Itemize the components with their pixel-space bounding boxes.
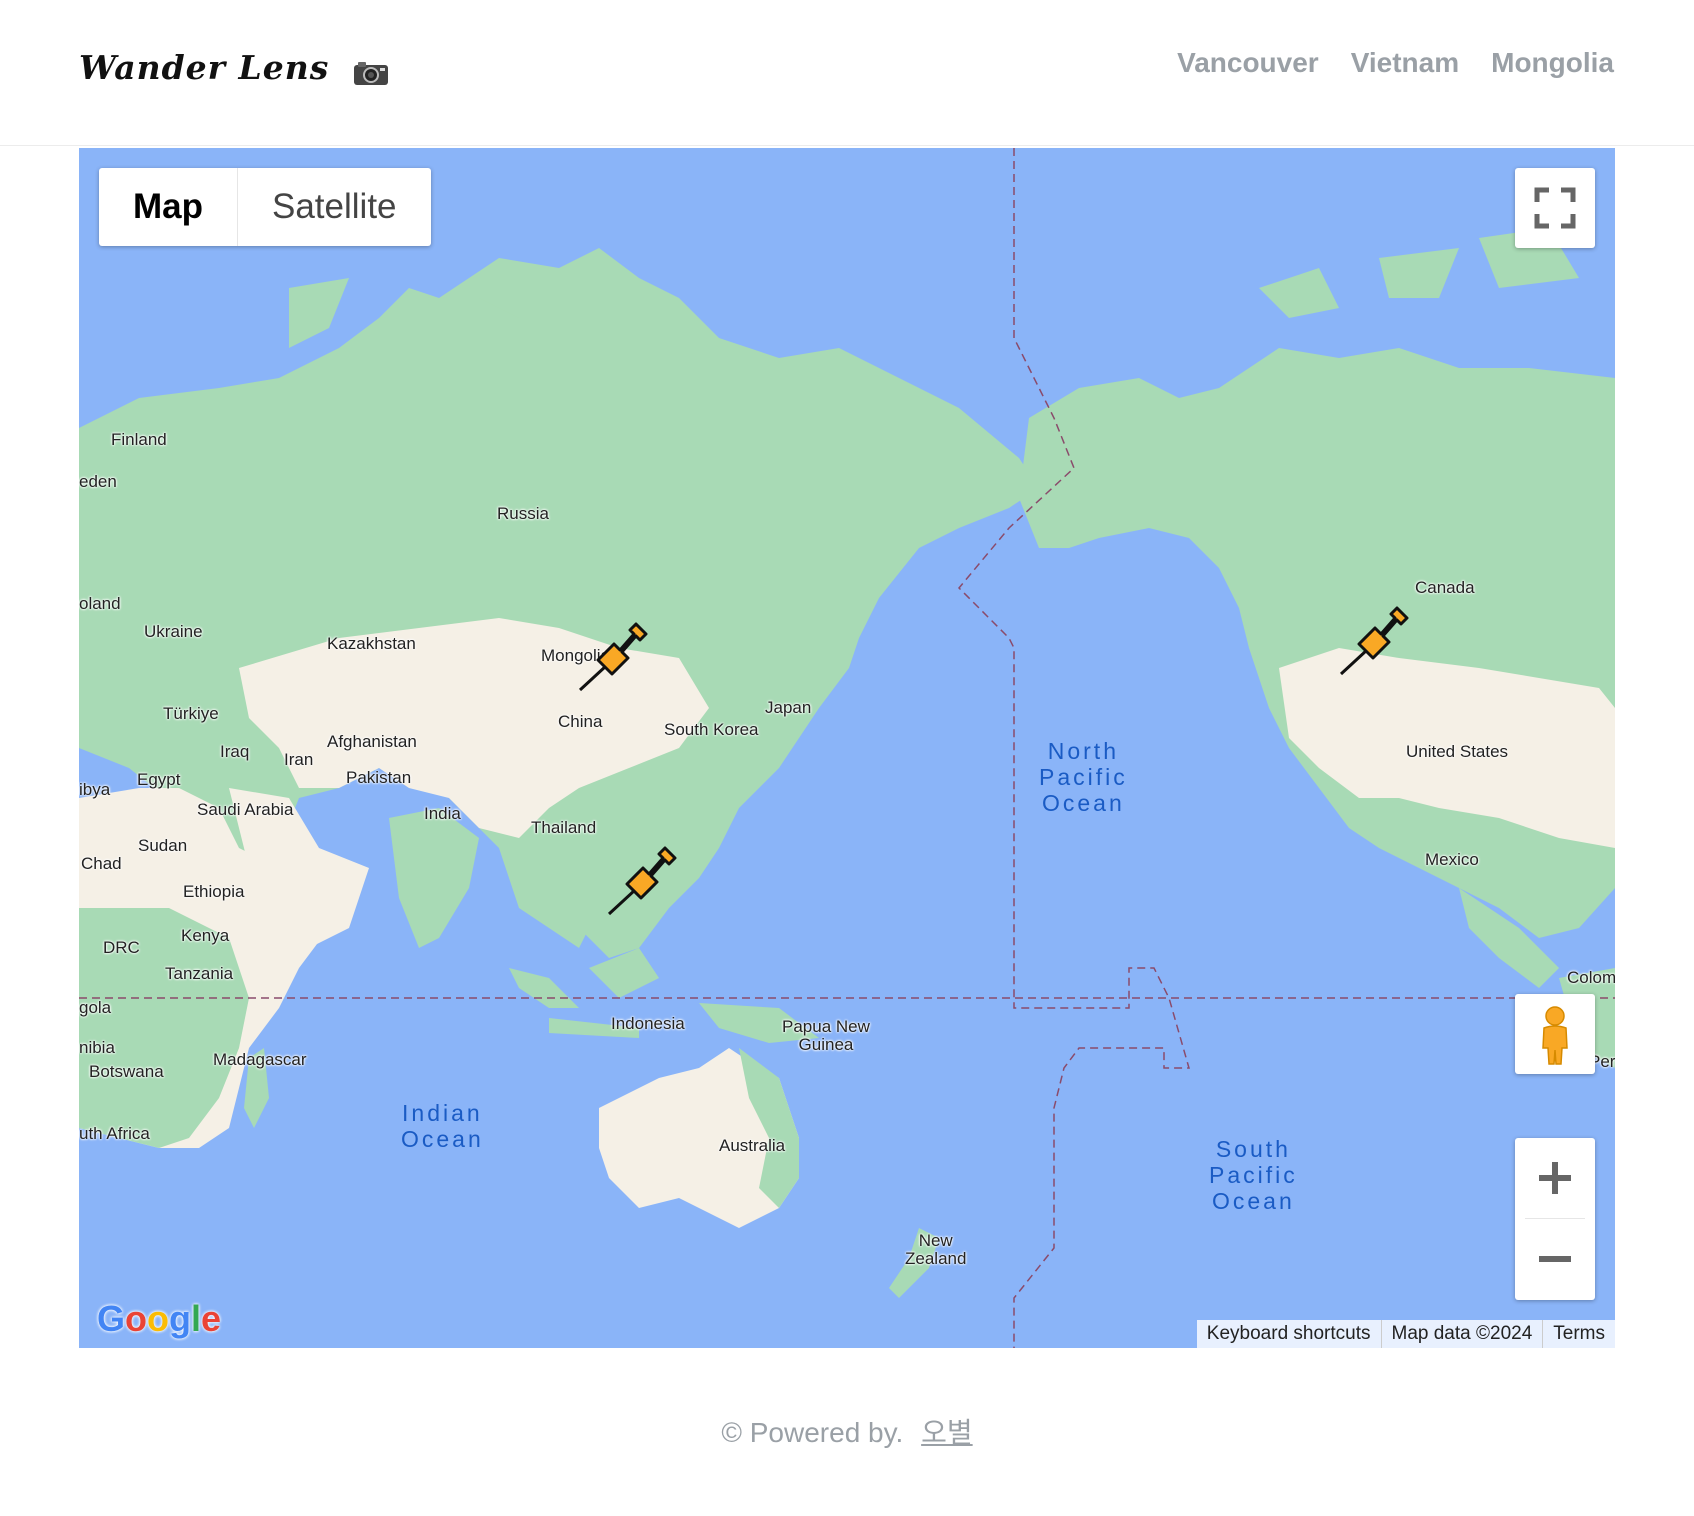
pin-vancouver[interactable] [1333,602,1413,682]
label-sweden: eden [79,472,117,491]
label-south-pacific-ocean: South Pacific Ocean [1209,1136,1298,1214]
label-indonesia: Indonesia [611,1014,685,1033]
label-south-africa: uth Africa [79,1124,150,1143]
powered-by-text: © Powered by. [721,1417,904,1448]
label-russia: Russia [497,504,549,523]
label-mexico: Mexico [1425,850,1479,869]
street-view-pegman-button[interactable] [1515,994,1595,1074]
pushpin-icon [607,846,677,916]
plus-icon [1539,1162,1571,1194]
nav-vancouver[interactable]: Vancouver [1177,47,1319,79]
label-tanzania: Tanzania [165,964,234,983]
label-india: India [424,804,461,823]
terms-link[interactable]: Terms [1542,1320,1615,1348]
camera-icon [353,55,389,85]
label-libya: ibya [79,780,111,799]
pin-mongolia[interactable] [572,618,652,698]
label-japan: Japan [765,698,812,717]
label-afghanistan: Afghanistan [327,732,417,751]
label-iraq: Iraq [220,742,250,761]
label-sudan: Sudan [138,836,188,855]
world-map[interactable]: Finland eden oland Ukraine Russia Kazakh… [79,148,1615,1348]
label-north-pacific-ocean: North Pacific Ocean [1039,738,1128,816]
map-base-layer [79,148,1615,1348]
pegman-icon [1542,1006,1568,1065]
map-type-map-button[interactable]: Map [99,168,238,246]
label-pakistan: Pakistan [346,768,412,787]
label-chad: Chad [81,854,122,873]
google-logo[interactable]: Google [97,1298,221,1340]
map-type-control: Map Satellite [99,168,431,246]
minus-icon [1539,1256,1571,1262]
nav-vietnam[interactable]: Vietnam [1351,47,1459,79]
label-thailand: Thailand [531,818,597,837]
fullscreen-button[interactable] [1515,168,1595,248]
top-nav: Vancouver Vietnam Mongolia [1177,47,1614,79]
label-kazakhstan: Kazakhstan [327,634,416,653]
label-angola: gola [79,998,112,1017]
zoom-control [1515,1138,1595,1300]
site-footer: © Powered by. 오별 [0,1411,1694,1451]
label-colombia: Colom [1567,968,1615,987]
label-botswana: Botswana [89,1062,164,1081]
label-indian-ocean: Indian Ocean [401,1100,484,1152]
nav-mongolia[interactable]: Mongolia [1491,47,1614,79]
label-united-states: United States [1406,742,1509,761]
pushpin-icon [578,622,648,692]
label-south-korea: South Korea [664,720,759,739]
label-saudi-arabia: Saudi Arabia [197,800,294,819]
zoom-in-button[interactable] [1515,1138,1595,1218]
label-namibia: nibia [79,1038,115,1057]
label-turkiye: Türkiye [163,704,219,723]
brand-logo[interactable]: Wander Lens [79,48,389,87]
site-header: Wander Lens Vancouver Vietnam Mongolia [0,0,1694,146]
label-new-zealand: New Zealand [905,1231,967,1268]
label-china: China [558,712,603,731]
brand-name: Wander Lens [79,48,330,87]
label-drc: DRC [103,938,140,957]
label-ukraine: Ukraine [144,622,203,641]
map-data-text: Map data ©2024 [1380,1320,1543,1348]
fullscreen-icon [1534,187,1576,229]
label-finland: Finland [111,430,167,449]
zoom-out-button[interactable] [1515,1219,1595,1299]
label-iran: Iran [284,750,314,769]
map-attribution: Keyboard shortcuts Map data ©2024 Terms [1196,1320,1615,1348]
map-type-satellite-button[interactable]: Satellite [238,168,431,246]
label-egypt: Egypt [137,770,181,789]
label-australia: Australia [719,1136,786,1155]
label-madagascar: Madagascar [213,1050,307,1069]
author-link[interactable]: 오별 [921,1417,973,1448]
label-ethiopia: Ethiopia [183,882,245,901]
pushpin-icon [1339,606,1409,676]
pin-vietnam[interactable] [601,842,681,922]
label-poland: oland [79,594,121,613]
label-papua: Papua New Guinea [782,1017,870,1054]
keyboard-shortcuts-link[interactable]: Keyboard shortcuts [1197,1320,1381,1348]
label-kenya: Kenya [181,926,230,945]
label-canada: Canada [1415,578,1475,597]
